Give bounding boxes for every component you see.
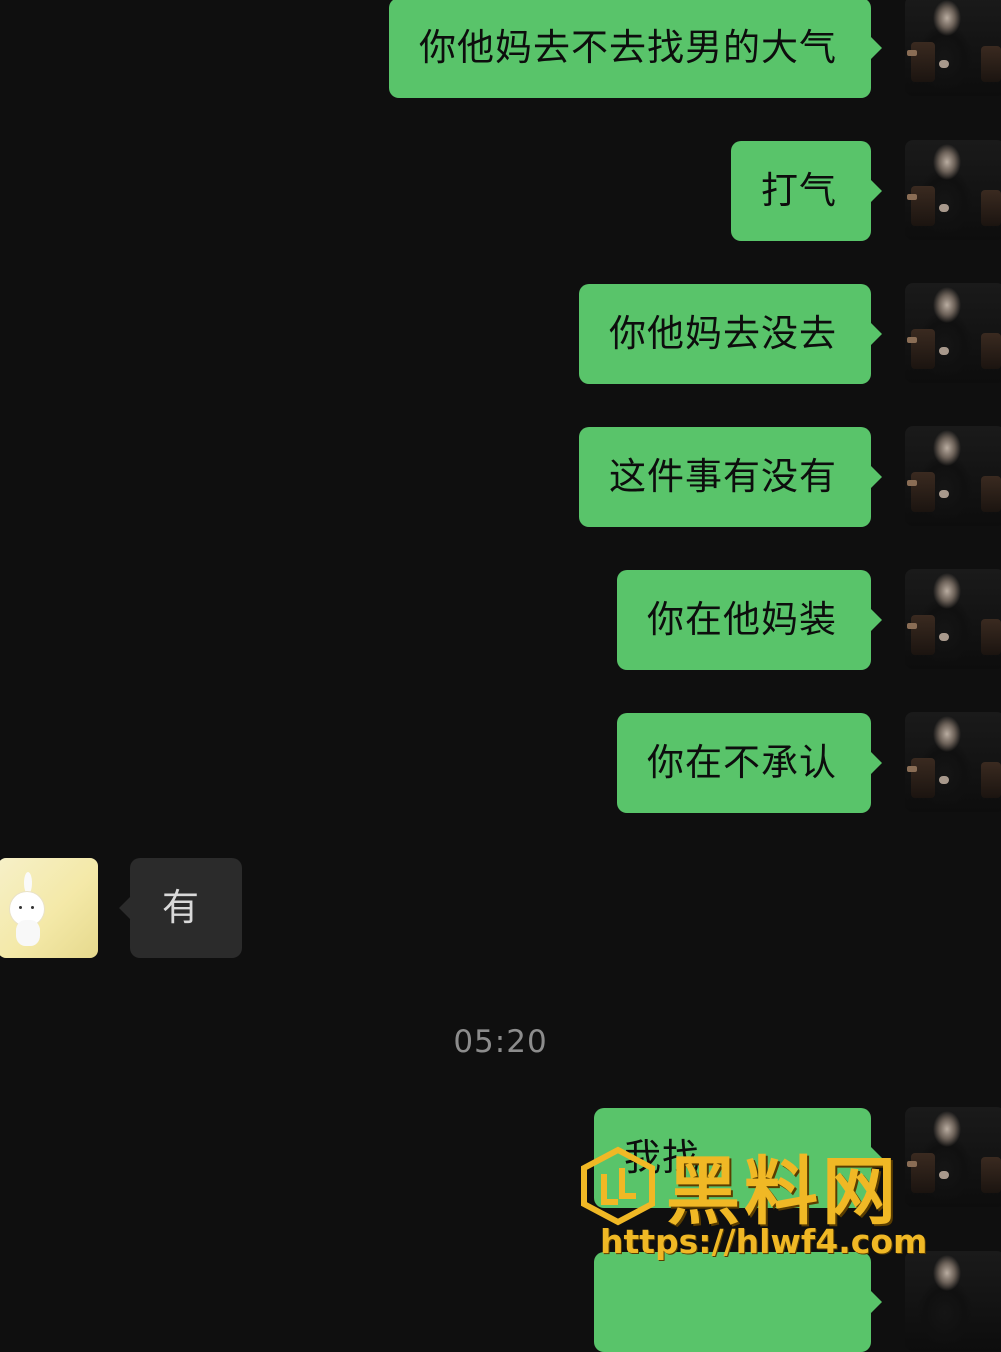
message-text: 这件事有没有 bbox=[609, 455, 837, 498]
message-text: 打气 bbox=[761, 169, 837, 212]
message-bubble-outgoing[interactable]: 打气 bbox=[731, 141, 882, 241]
message-text: 你他妈去没去 bbox=[609, 312, 837, 355]
chat-conversation: 你他妈去不去找男的大气 打气 你他妈去没去 这件事有没有 你在他妈装 你在不承认 bbox=[0, 0, 1001, 1352]
message-text: 你在他妈装 bbox=[647, 598, 837, 641]
watermark-logo-icon bbox=[581, 1146, 655, 1226]
my-avatar[interactable] bbox=[905, 140, 1001, 240]
my-avatar[interactable] bbox=[905, 712, 1001, 812]
message-timestamp: 05:20 bbox=[453, 1024, 548, 1060]
message-text: 你他妈去不去找男的大气 bbox=[419, 26, 837, 69]
message-text: 你在不承认 bbox=[647, 741, 837, 784]
my-avatar[interactable] bbox=[905, 283, 1001, 383]
message-bubble-outgoing[interactable]: 你在他妈装 bbox=[617, 570, 882, 670]
site-watermark: 黑料网 https://hlwf4.com bbox=[578, 1138, 958, 1278]
message-bubble-outgoing[interactable]: 你他妈去不去找男的大气 bbox=[389, 0, 882, 98]
my-avatar[interactable] bbox=[905, 426, 1001, 526]
message-bubble-incoming[interactable]: 有 bbox=[119, 858, 242, 958]
message-bubble-outgoing[interactable]: 这件事有没有 bbox=[579, 427, 882, 527]
my-avatar[interactable] bbox=[905, 569, 1001, 669]
contact-avatar[interactable] bbox=[0, 858, 98, 958]
message-bubble-outgoing[interactable]: 你在不承认 bbox=[617, 713, 882, 813]
message-text: 有 bbox=[162, 886, 200, 929]
watermark-url: https://hlwf4.com bbox=[600, 1222, 928, 1261]
my-avatar[interactable] bbox=[905, 0, 1001, 96]
message-bubble-outgoing[interactable]: 你他妈去没去 bbox=[579, 284, 882, 384]
